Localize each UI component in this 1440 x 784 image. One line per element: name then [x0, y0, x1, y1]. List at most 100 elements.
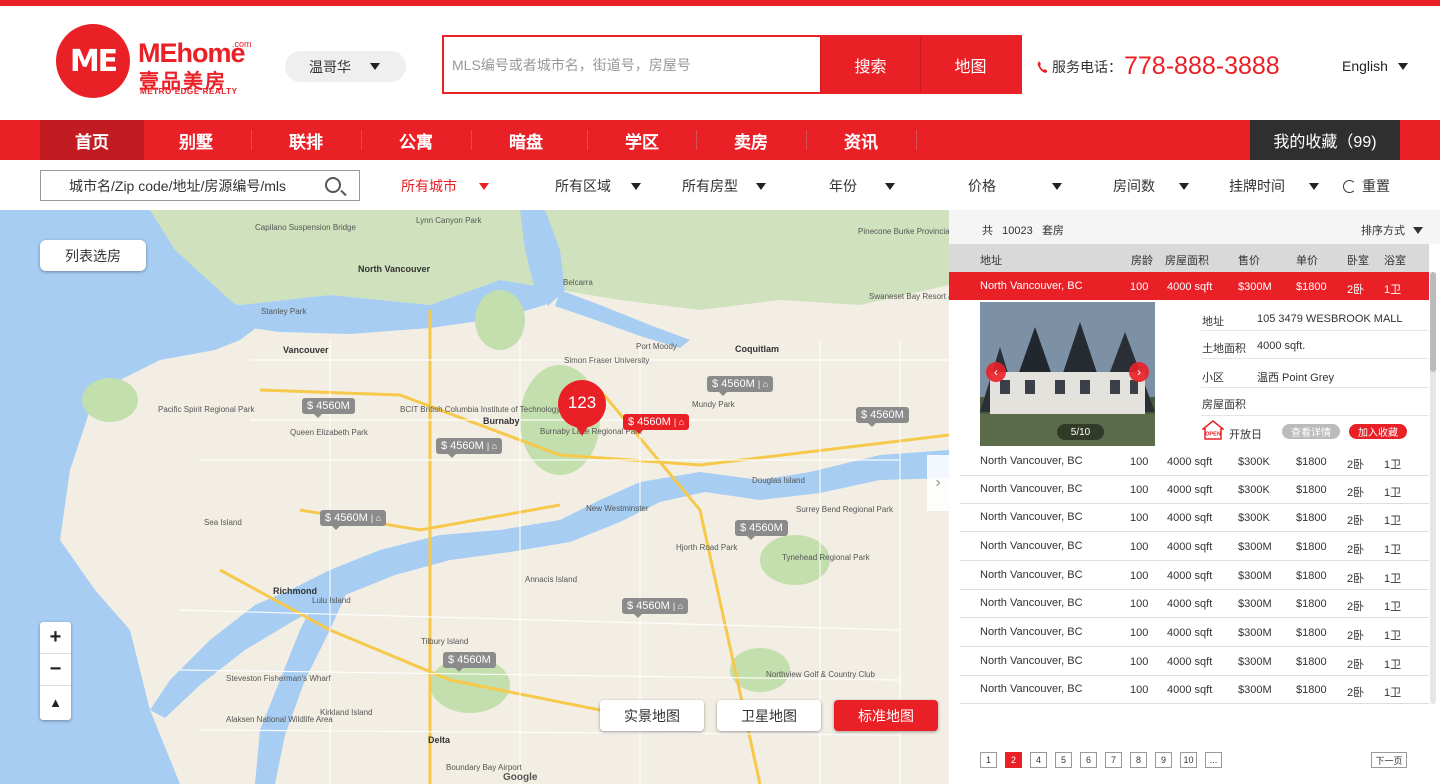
- nav-item-condo[interactable]: 公寓: [364, 120, 468, 160]
- filter-area[interactable]: 所有区域: [555, 176, 641, 196]
- result-count-bar: 共 10023 套房 排序方式: [949, 210, 1440, 244]
- search-input[interactable]: [444, 37, 820, 92]
- page-button[interactable]: 7: [1105, 752, 1122, 768]
- chevron-right-icon[interactable]: ›: [927, 455, 949, 511]
- page-button-current[interactable]: 2: [1005, 752, 1022, 768]
- page-button[interactable]: 6: [1080, 752, 1097, 768]
- price-marker[interactable]: $ 4560M | ⌂: [320, 510, 387, 530]
- favorites-button[interactable]: 我的收藏（99): [1250, 120, 1400, 160]
- table-row[interactable]: North Vancouver, BC 100 4000 sqft $300M …: [960, 676, 1429, 704]
- cell-area: 4000 sqft: [1167, 512, 1213, 524]
- map-type-streetview[interactable]: 实景地图: [600, 700, 704, 731]
- filter-price-label: 价格: [968, 178, 996, 194]
- nav-item-news[interactable]: 资讯: [809, 120, 913, 160]
- filter-city[interactable]: 所有城市: [401, 176, 489, 196]
- zoom-in-button[interactable]: +: [40, 622, 71, 654]
- nav-item-townhouse[interactable]: 联排: [254, 120, 358, 160]
- table-header: 地址 房龄 房屋面积 售价 单价 卧室 浴室: [949, 244, 1429, 272]
- prev-photo-icon[interactable]: ‹: [986, 362, 1006, 382]
- nav-separator: [251, 130, 252, 150]
- map-type-satellite[interactable]: 卫星地图: [717, 700, 821, 731]
- search-button[interactable]: 搜索: [820, 37, 920, 92]
- table-row[interactable]: North Vancouver, BC 100 4000 sqft $300M …: [960, 590, 1429, 618]
- price-marker[interactable]: $ 4560M: [735, 520, 788, 540]
- price-marker-selected[interactable]: $ 4560M | ⌂: [623, 414, 690, 434]
- filter-type[interactable]: 所有房型: [682, 176, 766, 196]
- price-marker[interactable]: $ 4560M: [302, 398, 355, 418]
- detail-open-label: 开放日: [1229, 429, 1262, 441]
- cell-unit-price: $1800: [1296, 456, 1327, 468]
- chevron-down-icon: [1397, 62, 1408, 70]
- page-button[interactable]: 1: [980, 752, 997, 768]
- page-button[interactable]: 10: [1180, 752, 1197, 768]
- table-row[interactable]: North Vancouver, BC 100 4000 sqft $300M …: [960, 648, 1429, 676]
- divider: [1201, 358, 1429, 359]
- phone-number[interactable]: 778-888-3888: [1124, 52, 1280, 81]
- filter-listed-time[interactable]: 挂牌时间: [1229, 176, 1319, 196]
- table-row[interactable]: North Vancouver, BC 100 4000 sqft $300M …: [960, 619, 1429, 647]
- compass-icon[interactable]: ▲: [40, 686, 71, 718]
- map-type-standard[interactable]: 标准地图: [834, 700, 938, 731]
- price-marker[interactable]: $ 4560M: [443, 652, 496, 672]
- list-select-button[interactable]: 列表选房: [40, 240, 146, 271]
- language-selector[interactable]: English: [1342, 58, 1408, 74]
- page-button[interactable]: 4: [1030, 752, 1047, 768]
- map-place: Mundy Park: [692, 400, 735, 409]
- logo-tagline: METRO EDGE REALTY: [140, 87, 238, 96]
- page-button[interactable]: 9: [1155, 752, 1172, 768]
- add-favorite-button[interactable]: 加入收藏: [1349, 424, 1407, 439]
- cluster-marker[interactable]: 123: [558, 380, 606, 436]
- price-marker[interactable]: $ 4560M: [856, 407, 909, 427]
- price-marker[interactable]: $ 4560M | ⌂: [707, 376, 774, 396]
- price-marker-label: $ 4560M: [712, 378, 755, 390]
- language-label: English: [1342, 58, 1388, 74]
- table-row[interactable]: North Vancouver, BC 100 4000 sqft $300K …: [960, 448, 1429, 476]
- listing-photo[interactable]: ‹ › 5/10: [980, 302, 1155, 446]
- nav-item-sell[interactable]: 卖房: [699, 120, 803, 160]
- filter-rooms[interactable]: 房间数: [1113, 176, 1189, 196]
- price-marker[interactable]: $ 4560M | ⌂: [622, 598, 689, 618]
- nav-item-school[interactable]: 学区: [590, 120, 694, 160]
- cell-bedrooms: 2卧: [1347, 687, 1365, 699]
- nav-item-offmarket[interactable]: 暗盘: [474, 120, 578, 160]
- map-view[interactable]: Vancouver North Vancouver Burnaby Richmo…: [0, 210, 949, 784]
- nav-item-villa[interactable]: 别墅: [144, 120, 248, 160]
- map-place: Annacis Island: [525, 575, 578, 584]
- cell-bathrooms: 1卫: [1384, 515, 1402, 527]
- table-row[interactable]: North Vancouver, BC 100 4000 sqft $300M …: [960, 533, 1429, 561]
- next-page-button[interactable]: 下一页: [1371, 752, 1407, 768]
- listing-scrollbar[interactable]: [1430, 272, 1436, 704]
- house-icon: | ⌂: [757, 379, 769, 389]
- view-details-button[interactable]: 查看详情: [1282, 424, 1340, 439]
- reset-filters-button[interactable]: 重置: [1343, 176, 1390, 196]
- cell-bathrooms: 1卫: [1384, 687, 1402, 699]
- cell-address: North Vancouver, BC: [980, 626, 1083, 638]
- price-marker[interactable]: $ 4560M | ⌂: [436, 438, 503, 458]
- page-ellipsis-button[interactable]: ...: [1205, 752, 1222, 768]
- nav-item-home[interactable]: 首页: [40, 120, 144, 160]
- cell-price: $300M: [1238, 598, 1272, 610]
- zoom-out-button[interactable]: −: [40, 654, 71, 686]
- filter-year[interactable]: 年份: [829, 176, 895, 196]
- detail-land-value: 4000 sqft.: [1257, 340, 1306, 352]
- next-photo-icon[interactable]: ›: [1129, 362, 1149, 382]
- search-bar: 搜索 地图: [442, 35, 1022, 94]
- table-row-selected[interactable]: North Vancouver, BC 100 4000 sqft $300M …: [949, 272, 1429, 300]
- filter-price[interactable]: 价格: [968, 176, 1062, 196]
- search-icon[interactable]: [325, 177, 341, 193]
- page-button[interactable]: 8: [1130, 752, 1147, 768]
- table-row[interactable]: North Vancouver, BC 100 4000 sqft $300K …: [960, 476, 1429, 504]
- city-dropdown[interactable]: 温哥华: [285, 51, 406, 82]
- scrollbar-thumb[interactable]: [1430, 272, 1436, 372]
- keyword-search-input[interactable]: 城市名/Zip code/地址/房源编号/mls: [40, 170, 360, 201]
- map-place: Vancouver: [283, 345, 329, 355]
- table-row[interactable]: North Vancouver, BC 100 4000 sqft $300M …: [960, 562, 1429, 590]
- map-button[interactable]: 地图: [920, 37, 1020, 92]
- cluster-count: 123: [567, 392, 597, 412]
- sort-dropdown[interactable]: 排序方式: [1361, 222, 1423, 238]
- table-row[interactable]: North Vancouver, BC 100 4000 sqft $300K …: [960, 504, 1429, 532]
- cell-age: 100: [1130, 281, 1149, 293]
- page-button[interactable]: 5: [1055, 752, 1072, 768]
- brand-logo[interactable]: ME MEhome .com 壹品美房 METRO EDGE REALTY: [56, 24, 256, 100]
- price-marker-label: $ 4560M: [325, 512, 368, 524]
